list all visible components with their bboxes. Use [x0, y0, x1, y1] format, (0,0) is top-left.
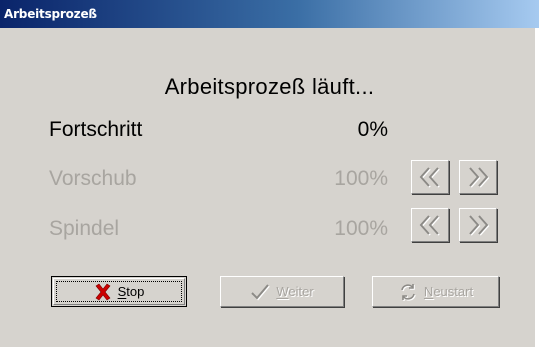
dialog-window: Arbeitsprozeß Arbeitsprozeß läuft... For…: [0, 0, 539, 347]
refresh-icon: [401, 283, 416, 301]
feed-decrease-button[interactable]: [411, 160, 449, 194]
spindle-increase-button[interactable]: [459, 208, 497, 242]
neustart-label: eustart: [433, 284, 474, 299]
spindle-decrease-button[interactable]: [411, 208, 449, 242]
double-chevron-left-icon: [419, 167, 440, 188]
neustart-mnemonic: N: [423, 284, 434, 299]
progress-label: Fortschritt: [49, 118, 143, 141]
stop-mnemonic: S: [117, 284, 127, 299]
window-title: Arbeitsprozeß: [4, 7, 97, 21]
stop-button[interactable]: Stop: [51, 276, 187, 307]
feed-increase-button[interactable]: [459, 160, 497, 194]
neustart-button[interactable]: Neustart: [372, 276, 499, 307]
status-heading: Arbeitsprozeß läuft...: [164, 74, 375, 99]
weiter-mnemonic: W: [276, 284, 289, 299]
spindle-label: Spindel: [49, 217, 120, 240]
stop-label: top: [126, 284, 145, 299]
weiter-label: eiter: [288, 284, 314, 299]
progress-value: 0%: [357, 118, 388, 141]
checkmark-icon: [251, 283, 271, 300]
red-x-icon: [95, 283, 111, 300]
double-chevron-right-icon: [469, 215, 490, 236]
feed-value: 100%: [334, 167, 388, 190]
double-chevron-right-icon: [469, 167, 490, 188]
title-bar[interactable]: Arbeitsprozeß: [0, 0, 539, 28]
weiter-button[interactable]: Weiter: [220, 276, 344, 307]
double-chevron-left-icon: [419, 215, 440, 236]
spindle-value: 100%: [334, 217, 388, 240]
feed-label: Vorschub: [49, 167, 137, 190]
